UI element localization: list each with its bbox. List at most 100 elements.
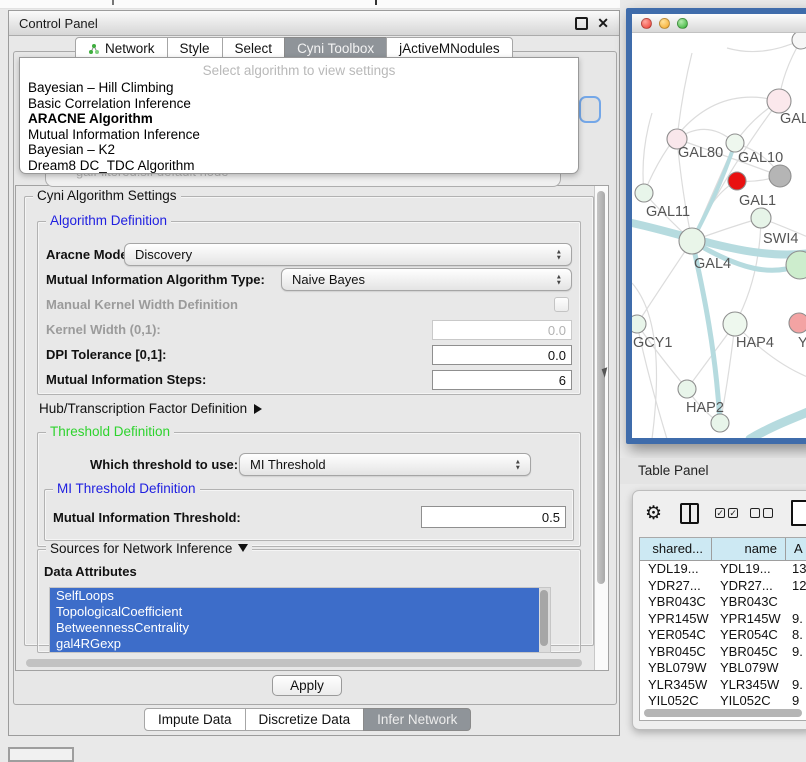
table-cell: YDL19...: [640, 561, 712, 578]
settings-gear-icon[interactable]: ⚙: [645, 502, 662, 525]
network-node-gal11[interactable]: [635, 184, 653, 202]
algorithm-definition-group: Algorithm Definition Aracne Mode: Discov…: [37, 221, 581, 395]
settings-vscrollbar-thumb[interactable]: [597, 191, 605, 584]
column-header-a[interactable]: A: [786, 538, 806, 560]
mi-threshold-field[interactable]: 0.5: [421, 506, 566, 528]
control-panel-titlebar[interactable]: Control Panel ✕: [9, 11, 619, 36]
table-cell: YER054C: [712, 627, 786, 644]
table-row[interactable]: YIL052CYIL052C9: [640, 693, 806, 710]
network-node-y[interactable]: [789, 313, 806, 333]
bottom-tab-discretize-data[interactable]: Discretize Data: [245, 708, 365, 731]
network-node-gal[interactable]: [767, 89, 791, 113]
sources-group: Sources for Network Inference Data Attri…: [37, 549, 581, 653]
table-header-row: shared...nameA: [640, 538, 806, 561]
expanded-arrow-icon[interactable]: [238, 544, 248, 552]
table-cell: YBR045C: [712, 644, 786, 661]
mi-algorithm-type-combo[interactable]: Naive Bayes ▲▼: [281, 268, 572, 291]
table-row[interactable]: YBR043CYBR043C: [640, 594, 806, 611]
select-all-checks-icon[interactable]: ✓✓: [715, 508, 738, 518]
column-header-name[interactable]: name: [712, 538, 786, 560]
which-threshold-combo[interactable]: MI Threshold ▲▼: [239, 453, 531, 476]
network-node[interactable]: [792, 33, 806, 49]
network-node[interactable]: [769, 165, 791, 187]
network-canvas[interactable]: GALGAL80GAL10GAL11GAL1SWI4GAL4GCY1HAP4YH…: [632, 33, 806, 438]
attribute-item-topologicalcoefficient[interactable]: TopologicalCoefficient: [50, 604, 550, 620]
network-view-window[interactable]: GALGAL80GAL10GAL11GAL1SWI4GAL4GCY1HAP4YH…: [626, 8, 806, 444]
network-node[interactable]: [728, 172, 746, 190]
bottom-tab-impute-data[interactable]: Impute Data: [144, 708, 246, 731]
table-row[interactable]: YBR045CYBR045C9.: [640, 644, 806, 661]
apply-button[interactable]: Apply: [272, 675, 342, 696]
minimized-panel-chip[interactable]: [8, 747, 74, 762]
attributes-scrollbar-thumb[interactable]: [540, 590, 548, 646]
table-cell: 9: [786, 693, 806, 710]
table-cell: YIL052C: [640, 693, 712, 710]
table-panel-title: Table Panel: [620, 458, 806, 484]
algorithm-option-bayesian-hill-climbing[interactable]: Bayesian – Hill Climbing: [20, 80, 578, 96]
node-label-gal: GAL: [780, 111, 806, 127]
hub-definition-expander[interactable]: Hub/Transcription Factor Definition: [39, 401, 262, 416]
zoom-traffic-light-icon[interactable]: [677, 18, 688, 29]
table-cell: YBL079W: [640, 660, 712, 677]
settings-vscrollbar[interactable]: [594, 186, 608, 670]
minimize-traffic-light-icon[interactable]: [659, 18, 670, 29]
table-cell: 8.: [786, 627, 806, 644]
attribute-item-selfloops[interactable]: SelfLoops: [50, 588, 550, 604]
algorithm-dropdown-placeholder: Select algorithm to view settings: [20, 61, 578, 80]
aracne-mode-label: Aracne Mode:: [46, 247, 132, 262]
mi-algorithm-type-value: Naive Bayes: [292, 272, 365, 287]
bottom-tab-infer-network[interactable]: Infer Network: [363, 708, 471, 731]
algorithm-option-bayesian-k2[interactable]: Bayesian – K2: [20, 142, 578, 158]
which-threshold-label: Which threshold to use:: [90, 457, 238, 472]
table-cell: YDL19...: [712, 561, 786, 578]
table-row[interactable]: YDL19...YDL19...13: [640, 561, 806, 578]
float-window-icon[interactable]: [575, 17, 588, 30]
manual-kernel-checkbox[interactable]: [554, 297, 569, 312]
algorithm-option-mutual-information-inference[interactable]: Mutual Information Inference: [20, 127, 578, 143]
algorithm-option-aracne-algorithm[interactable]: ARACNE Algorithm: [20, 111, 578, 127]
attribute-item-betweennesscentrality[interactable]: BetweennessCentrality: [50, 620, 550, 636]
tab-label: Network: [105, 41, 155, 56]
data-attributes-label: Data Attributes: [44, 564, 137, 579]
network-window-titlebar[interactable]: [632, 14, 806, 33]
mi-steps-field[interactable]: 6: [432, 370, 572, 390]
threshold-definition-title: Threshold Definition: [46, 424, 174, 439]
table-toolbar: ⚙ ✓✓: [633, 491, 806, 535]
network-node-hap2[interactable]: [678, 380, 696, 398]
kernel-width-field[interactable]: 0.0: [432, 320, 572, 340]
aracne-mode-combo[interactable]: Discovery ▲▼: [124, 243, 572, 266]
close-traffic-light-icon[interactable]: [641, 18, 652, 29]
combo-arrows-icon: ▲▼: [556, 274, 562, 285]
top-tick: [112, 0, 114, 5]
attribute-item-gal4rgexp[interactable]: gal4RGexp: [50, 636, 550, 652]
table-sheet-icon[interactable]: [791, 500, 806, 526]
table-cell: YIL052C: [712, 693, 786, 710]
network-node-gal1[interactable]: [751, 208, 771, 228]
table-row[interactable]: YDR27...YDR27...12: [640, 578, 806, 595]
network-node-hap4[interactable]: [723, 312, 747, 336]
node-label-y: Y: [798, 335, 806, 351]
algorithm-option-dream8-dc-tdc-algorithm[interactable]: Dream8 DC_TDC Algorithm: [20, 158, 578, 174]
deselect-all-checks-icon[interactable]: [750, 508, 773, 518]
network-node-gal4[interactable]: [679, 228, 705, 254]
split-columns-icon[interactable]: [680, 503, 699, 524]
settings-hscrollbar-thumb[interactable]: [26, 659, 582, 667]
dpi-tolerance-label: DPI Tolerance [0,1]:: [46, 347, 166, 362]
table-row[interactable]: YLR345WYLR345W9.: [640, 677, 806, 694]
table-cell: YBR043C: [712, 594, 786, 611]
table-hscrollbar-thumb[interactable]: [644, 709, 802, 717]
close-icon[interactable]: ✕: [597, 16, 609, 30]
screen: Control Panel ✕ NetworkStyleSelectCyni T…: [0, 0, 806, 762]
dpi-tolerance-field[interactable]: 0.0: [432, 345, 572, 365]
network-node-gcy1[interactable]: [632, 315, 646, 333]
top-edge-strip: [0, 0, 620, 9]
table-row[interactable]: YPR145WYPR145W9.: [640, 611, 806, 628]
table-cell: YLR345W: [640, 677, 712, 694]
attributes-scrollbar[interactable]: [539, 588, 550, 652]
node-label-gal11: GAL11: [646, 204, 690, 220]
table-row[interactable]: YER054CYER054C8.: [640, 627, 806, 644]
algorithm-option-basic-correlation-inference[interactable]: Basic Correlation Inference: [20, 96, 578, 112]
table-row[interactable]: YBL079WYBL079W: [640, 660, 806, 677]
network-node[interactable]: [711, 414, 729, 432]
column-header-shared[interactable]: shared...: [640, 538, 712, 560]
